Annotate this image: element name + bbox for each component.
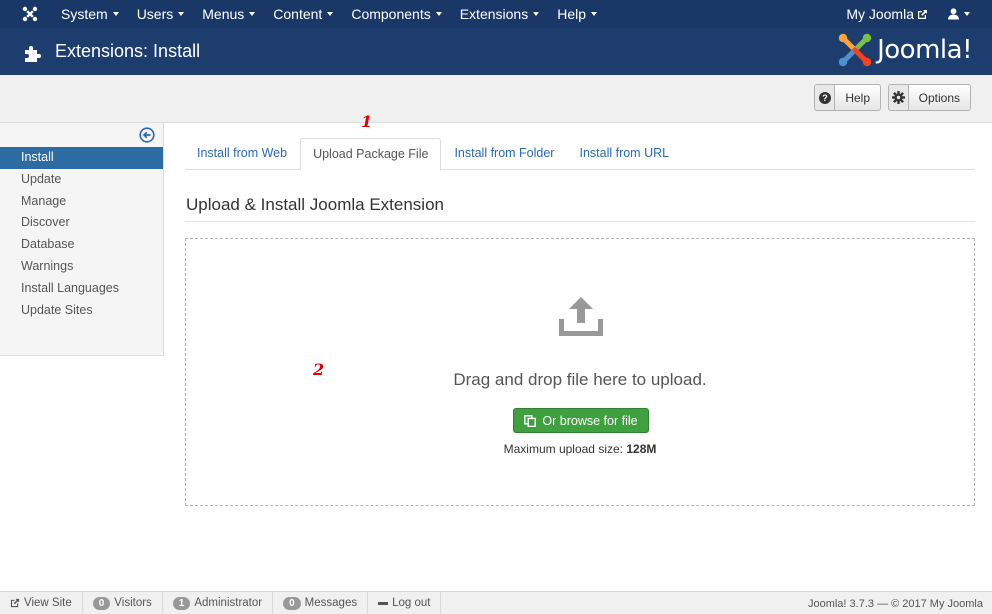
site-link-label: My Joomla bbox=[846, 6, 914, 22]
menu-label: Components bbox=[351, 6, 431, 22]
caret-down-icon bbox=[327, 12, 334, 16]
menu-users[interactable]: Users bbox=[128, 0, 194, 28]
menu-system[interactable]: System bbox=[52, 0, 128, 28]
sidebar-item-install[interactable]: Install bbox=[0, 147, 163, 169]
menu-label: Help bbox=[557, 6, 586, 22]
brand-text: Joomla! bbox=[877, 35, 972, 65]
copy-icon bbox=[524, 414, 537, 427]
view-site-link[interactable]: View Site bbox=[0, 591, 83, 614]
menu-content[interactable]: Content bbox=[264, 0, 342, 28]
menu-help[interactable]: Help bbox=[548, 0, 606, 28]
version-text: Joomla! 3.7.3 bbox=[807, 597, 874, 610]
install-tabs: Install from Web Upload Package File Ins… bbox=[185, 138, 975, 171]
page-title: Extensions: Install bbox=[55, 41, 201, 61]
help-button[interactable]: ? Help bbox=[814, 84, 881, 111]
section-divider bbox=[185, 221, 975, 222]
joomla-brand: Joomla! bbox=[837, 32, 972, 68]
caret-down-icon bbox=[964, 12, 970, 16]
sidebar-item-update[interactable]: Update bbox=[0, 169, 163, 191]
caret-down-icon bbox=[533, 12, 540, 16]
puzzle-icon bbox=[25, 45, 41, 62]
caret-down-icon bbox=[112, 12, 119, 16]
site-link[interactable]: My Joomla bbox=[846, 6, 928, 22]
question-circle-icon: ? bbox=[818, 91, 831, 104]
user-menu[interactable] bbox=[948, 8, 970, 20]
messages-badge: 0 bbox=[283, 596, 301, 610]
visitors-item[interactable]: 0 Visitors bbox=[83, 591, 163, 614]
messages-item[interactable]: 0 Messages bbox=[273, 591, 369, 614]
menu-extensions[interactable]: Extensions bbox=[451, 0, 548, 28]
caret-down-icon bbox=[435, 12, 442, 16]
visitors-badge: 0 bbox=[92, 596, 111, 610]
arrow-left-circle-icon[interactable] bbox=[139, 127, 155, 143]
max-size-value: 128M bbox=[626, 442, 657, 456]
user-icon bbox=[948, 8, 959, 20]
logout-link[interactable]: Log out bbox=[368, 591, 442, 614]
max-size-label: Maximum upload size: bbox=[503, 442, 623, 456]
sidebar-item-warnings[interactable]: Warnings bbox=[0, 256, 163, 278]
annotation-1: 1 bbox=[361, 112, 373, 131]
menu-label: System bbox=[61, 6, 108, 22]
page-header: Extensions: Install Joomla! bbox=[0, 28, 992, 75]
caret-down-icon bbox=[178, 12, 185, 16]
tab-install-from-web[interactable]: Install from Web bbox=[185, 138, 299, 170]
joomla-logo-icon[interactable] bbox=[16, 0, 44, 28]
help-label: Help bbox=[845, 90, 870, 105]
svg-text:?: ? bbox=[822, 93, 828, 103]
tab-upload-package-file[interactable]: Upload Package File bbox=[300, 138, 442, 171]
menu-label: Menus bbox=[202, 6, 245, 22]
sidebar-menu: Install Update Manage Discover Database … bbox=[0, 147, 163, 321]
section-title: Upload & Install Joomla Extension bbox=[186, 195, 444, 214]
options-button[interactable]: Options bbox=[888, 84, 971, 111]
upload-icon bbox=[559, 297, 603, 336]
status-bar: View Site 0 Visitors 1 Administrator 0 M… bbox=[0, 591, 992, 614]
sidebar: Install Update Manage Discover Database … bbox=[0, 123, 164, 356]
copyright-text: — © 2017 My Joomla bbox=[877, 597, 983, 610]
main-menu: System Users Menus Content Components Ex… bbox=[52, 0, 606, 28]
browse-file-button[interactable]: Or browse for file bbox=[513, 408, 649, 433]
top-navbar: System Users Menus Content Components Ex… bbox=[0, 0, 992, 28]
menu-label: Users bbox=[136, 6, 174, 22]
tab-install-from-folder[interactable]: Install from Folder bbox=[442, 138, 566, 170]
external-link-icon bbox=[10, 598, 20, 608]
view-site-label: View Site bbox=[24, 597, 72, 609]
visitors-label: Visitors bbox=[114, 597, 152, 609]
sidebar-item-install-languages[interactable]: Install Languages bbox=[0, 278, 163, 300]
sidebar-item-manage[interactable]: Manage bbox=[0, 191, 163, 213]
external-link-icon bbox=[918, 9, 927, 19]
joomla-logo-icon bbox=[838, 33, 872, 67]
browse-label: Or browse for file bbox=[542, 413, 638, 428]
menu-label: Extensions bbox=[459, 6, 529, 22]
administrator-badge: 1 bbox=[172, 596, 191, 610]
sidebar-item-database[interactable]: Database bbox=[0, 234, 163, 256]
upload-dropzone[interactable]: 2 Drag and drop file here to upload. Or … bbox=[185, 238, 975, 506]
administrator-item[interactable]: 1 Administrator bbox=[163, 591, 274, 614]
minus-icon bbox=[378, 601, 389, 605]
messages-label: Messages bbox=[304, 597, 358, 609]
menu-menus[interactable]: Menus bbox=[193, 0, 264, 28]
administrator-label: Administrator bbox=[194, 597, 263, 609]
gear-icon bbox=[891, 91, 905, 104]
caret-down-icon bbox=[249, 12, 256, 16]
menu-components[interactable]: Components bbox=[342, 0, 450, 28]
toolbar: 1 ? Help Options bbox=[0, 75, 992, 131]
sidebar-item-discover[interactable]: Discover bbox=[0, 212, 163, 234]
max-upload-size: Maximum upload size: 128M bbox=[186, 442, 974, 456]
logout-label: Log out bbox=[392, 597, 431, 609]
drag-drop-text: Drag and drop file here to upload. bbox=[453, 370, 707, 389]
caret-down-icon bbox=[591, 12, 597, 16]
tab-install-from-url[interactable]: Install from URL bbox=[567, 138, 681, 170]
options-label: Options bbox=[918, 90, 960, 105]
menu-label: Content bbox=[273, 6, 323, 22]
sidebar-item-update-sites[interactable]: Update Sites bbox=[0, 300, 163, 322]
